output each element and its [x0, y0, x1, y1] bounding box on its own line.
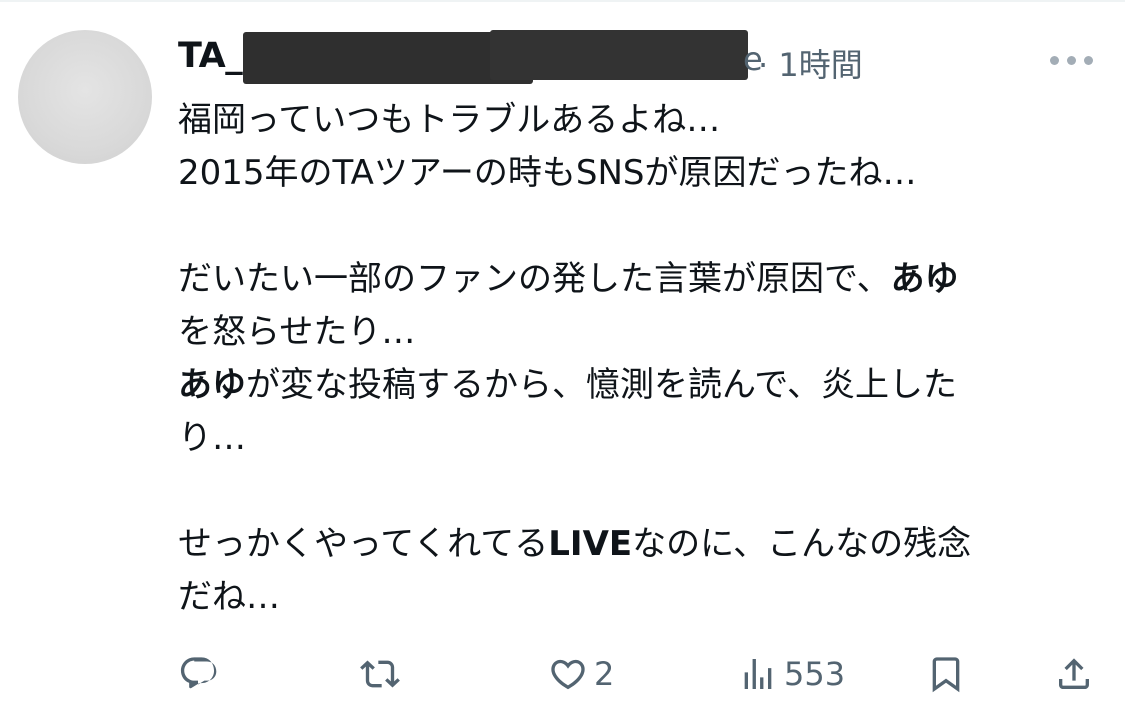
- timestamp[interactable]: · 1時間: [758, 40, 863, 86]
- views-button[interactable]: 553: [738, 648, 845, 700]
- tweet-line: だいたい一部のファンの発した言葉が原因で、あゆ: [178, 253, 1093, 306]
- reply-icon: [180, 657, 217, 689]
- bold-text: LIVE: [548, 524, 633, 564]
- top-divider: [0, 0, 1125, 2]
- share-icon: [1059, 658, 1089, 689]
- more-icon[interactable]: [1050, 56, 1094, 66]
- action-bar: 2 553: [178, 648, 1093, 700]
- bold-text: あゆ: [178, 365, 246, 405]
- text-segment: だね…: [178, 577, 280, 617]
- bookmark-button[interactable]: [926, 648, 966, 700]
- share-button[interactable]: [1054, 648, 1094, 700]
- text-segment: 2015年のTAツアーの時もSNSが原因だったね…: [178, 153, 917, 193]
- views-count: 553: [784, 655, 846, 693]
- reply-button[interactable]: [178, 648, 224, 700]
- tweet-text: 福岡っていつもトラブルあるよね… 2015年のTAツアーの時もSNSが原因だったね…: [178, 94, 1093, 624]
- tweet-line: あゆが変な投稿するから、憶測を読んで、炎上した: [178, 359, 1093, 412]
- tweet-line: だね…: [178, 571, 1093, 624]
- repost-icon: [360, 660, 400, 688]
- redacted-handle: [490, 30, 748, 80]
- tweet-line: 福岡っていつもトラブルあるよね…: [178, 94, 1093, 147]
- display-name[interactable]: TA_: [178, 36, 243, 76]
- bold-text: あゆ: [890, 259, 959, 299]
- tweet-line: り…: [178, 412, 1093, 465]
- text-segment: 福岡っていつもトラブルあるよね…: [178, 100, 721, 140]
- text-segment: を怒らせたり…: [178, 312, 416, 352]
- tweet-line: を怒らせたり…: [178, 306, 1093, 359]
- text-segment: が変な投稿するから、憶測を読んで、炎上した: [246, 365, 957, 405]
- text-segment: せっかくやってくれてる: [178, 524, 549, 564]
- tweet-line: 2015年のTAツアーの時もSNSが原因だったね…: [178, 147, 1093, 200]
- like-count: 2: [594, 655, 615, 693]
- text-segment: だいたい一部のファンの発した言葉が原因で、: [178, 259, 891, 299]
- views-icon: [744, 659, 772, 689]
- text-segment: なのに、こんなの残念: [632, 524, 972, 564]
- tweet-line: せっかくやってくれてるLIVEなのに、こんなの残念: [178, 518, 1093, 571]
- repost-button[interactable]: [360, 648, 406, 700]
- like-button[interactable]: 2: [548, 648, 614, 700]
- avatar[interactable]: [18, 30, 152, 164]
- bookmark-icon: [932, 657, 960, 693]
- tweet-header: TA_ u e · 1時間: [178, 30, 1108, 86]
- like-icon: [551, 659, 585, 690]
- text-segment: り…: [178, 418, 246, 458]
